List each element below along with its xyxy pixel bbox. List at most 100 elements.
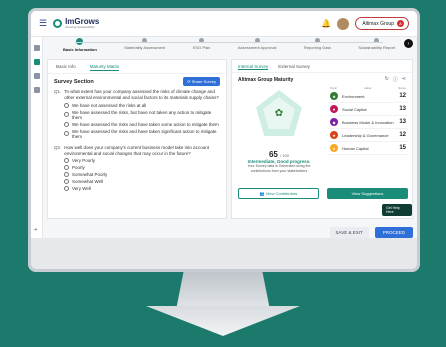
org-badge: A [397,20,404,27]
maturity-pentagon: ✿ [256,90,302,136]
q2-option-1[interactable]: Very Poorly [64,158,220,164]
sidebar-reports-icon[interactable] [34,73,40,79]
maturity-tabs: Internal Survey External Survey [232,60,412,73]
view-contributors-button[interactable]: 👥 View Contributors [238,188,319,199]
radio-button[interactable] [64,172,69,178]
q1-option-4[interactable]: We have assessed the risks and have take… [64,129,220,139]
step-label: Basic Information [63,47,97,52]
topic-row-leadership: ★ Leadership & Governance 12 [328,129,408,142]
radio-button[interactable] [64,186,69,192]
maturity-description: Your Survey data is Generated using the … [247,164,311,173]
radio-button[interactable] [64,112,69,118]
tab-maturity-matrix[interactable]: Maturity Matrix [89,64,120,71]
tab-internal-survey[interactable]: Internal Survey [238,64,269,70]
topic-row-environment: ♣ Environment 12 [328,90,408,103]
maturity-title: Altimax Group Maturity [238,76,294,83]
leadership-icon: ★ [330,131,338,139]
hamburger-menu-icon[interactable]: ☰ [39,18,47,29]
refresh-icon[interactable]: ↻ [385,76,389,83]
user-avatar[interactable] [337,17,350,30]
q1-option-2[interactable]: We have assessed the risks, but have not… [64,110,220,120]
maturity-score-card: ✿ 65 / 100 Intermediate, Good progress. … [238,86,320,173]
monitor-chin [28,238,420,272]
option-label: We have assessed the risks and have take… [72,128,217,139]
save-exit-button[interactable]: SAVE & EXIT [329,226,369,238]
question-text-row: Q1. To what extent has your company asses… [54,89,220,101]
radio-button[interactable] [64,158,69,164]
topic-score: 12 [399,132,406,138]
radio-button[interactable] [64,131,69,137]
pentagon-inner: ✿ [263,97,295,129]
option-label: Somewhat Well [72,179,104,185]
step-reporting-data[interactable]: Reporting Data [304,38,331,58]
topic-col-type: Topic [330,86,338,90]
help-tooltip: Get Help Here [382,204,412,216]
q1-option-3[interactable]: We have assessed the risks and have take… [64,121,220,127]
q2-option-5[interactable]: Very Well [64,186,220,192]
business-model-icon: ◆ [330,118,338,126]
brand-name: ImGrows Growing Sustainability [65,18,99,29]
radio-button[interactable] [64,165,69,171]
share-survey-label: Share Survey [191,79,216,84]
step-label: Sustainability Report [358,45,395,50]
stepper-next-icon[interactable]: › [404,39,413,48]
sidebar-home-icon[interactable] [34,45,40,51]
app-logo: ImGrows Growing Sustainability [53,18,99,29]
share-icon[interactable]: ⋖ [402,76,406,83]
option-label: Somewhat Poorly [72,172,108,178]
maturity-header: Altimax Group Maturity ↻ ⓘ ⋖ [232,73,412,86]
question-q2: Q2. How well does your company's current … [48,145,226,194]
step-sustainability-report[interactable]: Sustainability Report [358,38,395,58]
social-capital-icon: ♥ [330,105,338,113]
radio-button[interactable] [64,121,69,127]
step-assessment-approval[interactable]: Assessment Approval [238,38,276,58]
org-switcher[interactable]: Altimax Group A [355,17,409,30]
sidebar [31,37,43,243]
step-label: ESG Plan [192,45,211,50]
q1-option-1[interactable]: We have not assessed the risks at all [64,102,220,108]
plant-icon: ✿ [274,107,284,119]
monitor-stand [146,306,300,336]
topic-row-business-model: ◆ Business Model & Innovation 13 [328,116,408,129]
q2-option-4[interactable]: Somewhat Well [64,179,220,185]
sidebar-settings-icon[interactable] [34,87,40,93]
step-label: Reporting Data [303,45,331,50]
progress-stepper: Basic Information Materiality Assessment… [45,38,413,58]
topic-label: Human Capital [342,145,369,151]
q2-option-2[interactable]: Poorly [64,165,220,171]
option-label: We have not assessed the risks at all [72,102,147,108]
maturity-buttons: 👥 View Contributors View Suggestions [238,188,408,199]
topic-row-social-capital: ♥ Social Capital 13 [328,103,408,116]
option-label: Very Well [72,186,91,192]
tab-external-survey[interactable]: External Survey [278,64,310,70]
logout-icon[interactable]: ⇥ [33,227,37,233]
share-survey-button[interactable]: ⟳ Share Survey [183,77,220,86]
step-basic-information[interactable]: Basic Information [63,38,97,58]
topic-label: Leadership & Governance [342,132,389,138]
tab-basic-info[interactable]: Basic Info [56,64,76,71]
top-bar: ☰ ImGrows Growing Sustainability 🔔 Altima… [31,11,417,37]
radio-button[interactable] [64,102,69,108]
notification-bell-icon[interactable]: 🔔 [321,19,331,28]
monitor-neck [176,272,270,310]
question-text-row: Q2. How well does your company's current … [54,145,220,157]
step-materiality-assessment[interactable]: Materiality Assessment [124,38,165,58]
brand-tagline: Growing Sustainability [65,25,95,29]
monitor-frame: ☰ ImGrows Growing Sustainability 🔔 Altima… [28,8,420,272]
step-esg-plan[interactable]: ESG Plan [192,38,211,58]
radio-button[interactable] [64,179,69,185]
environment-icon: ♣ [330,92,338,100]
question-number: Q2. [54,144,62,150]
maturity-actions: ↻ ⓘ ⋖ [385,76,406,83]
info-icon[interactable]: ⓘ [393,76,398,83]
maturity-score: 65 / 100 [238,150,320,159]
question-number: Q1. [54,89,62,94]
logo-mark-icon [53,19,63,28]
survey-panel: Basic Info Maturity Matrix Survey Sectio… [47,59,227,219]
topic-label: Environment [342,93,365,99]
proceed-button[interactable]: PROCEED [374,226,413,238]
q2-option-3[interactable]: Somewhat Poorly [64,172,220,178]
view-suggestions-button[interactable]: View Suggestions [327,188,408,199]
sidebar-survey-icon[interactable] [34,59,40,65]
topic-col-score: Score [398,86,406,90]
